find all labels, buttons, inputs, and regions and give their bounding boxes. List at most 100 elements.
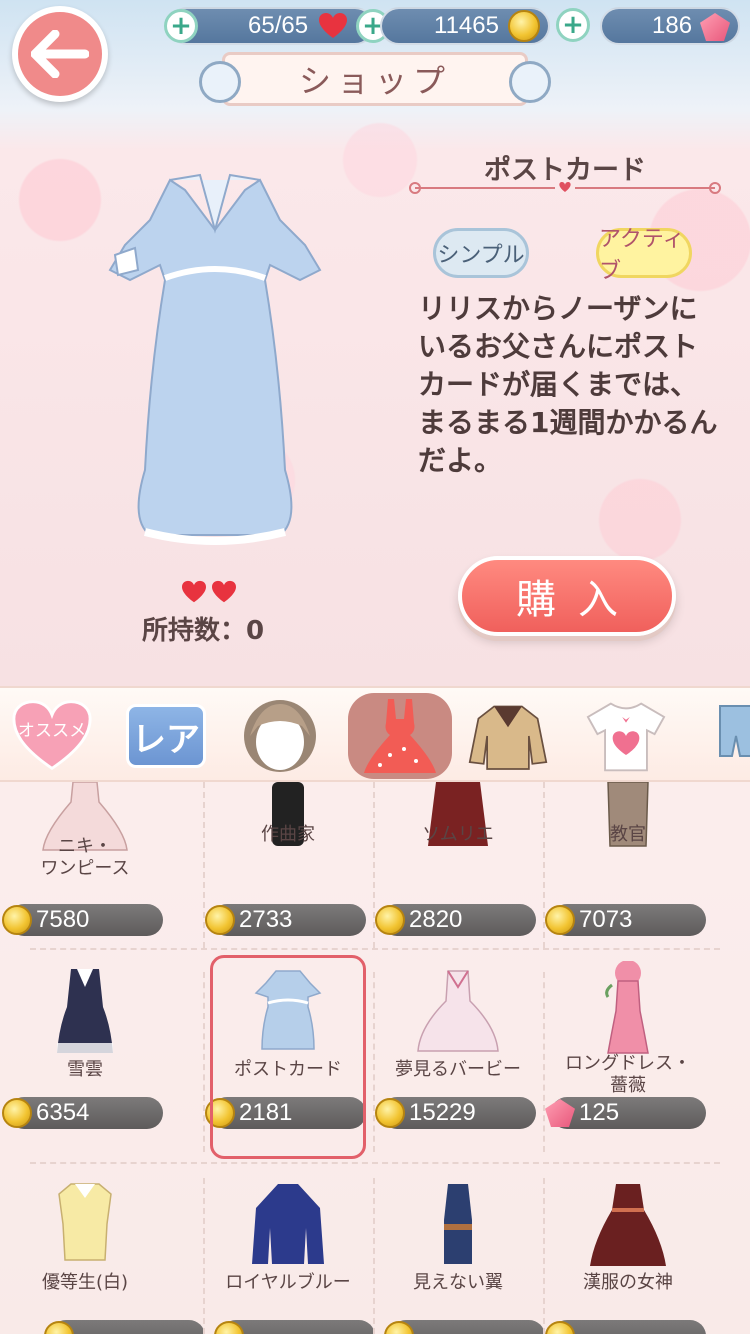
- item-thumbnail: [252, 1184, 324, 1264]
- column-divider: [543, 782, 545, 948]
- coin-icon: [545, 905, 575, 935]
- item-thumbnail: [57, 969, 113, 1053]
- item-price-value: 125: [579, 1099, 620, 1126]
- selected-item-highlight: [210, 955, 366, 1159]
- item-price-value: 2820: [409, 906, 463, 933]
- recommend-heart-icon: オススメ: [12, 700, 92, 771]
- add-gold-button[interactable]: +: [556, 8, 590, 42]
- item-card-composer[interactable]: 作曲家 2733: [203, 782, 373, 952]
- diamond-value: 186: [652, 12, 693, 39]
- category-bottom[interactable]: [700, 696, 750, 776]
- item-card-sommelier[interactable]: ソムリエ 2820: [373, 782, 543, 952]
- coin-icon: [375, 1098, 405, 1128]
- category-dress-selected[interactable]: [348, 693, 452, 779]
- column-divider: [373, 972, 375, 1152]
- buy-button[interactable]: 購入: [458, 556, 676, 636]
- category-top[interactable]: [586, 696, 666, 776]
- category-recommend[interactable]: オススメ: [12, 696, 92, 776]
- top-bar: + 65/65 + 11465 + 186 ショップ: [0, 0, 750, 118]
- category-rare[interactable]: レア: [126, 696, 206, 776]
- item-card-royal-blue[interactable]: ロイヤルブルー: [203, 1178, 373, 1334]
- item-price-value: 7580: [36, 906, 90, 933]
- item-description: リリスからノーザンにいるお父さんにポストカードが届くまでは、まるまる1週間かかる…: [418, 292, 718, 477]
- item-price: [214, 1320, 375, 1334]
- column-divider: [203, 972, 205, 1152]
- column-divider: [543, 1178, 545, 1334]
- owned-count: 所持数：0: [142, 616, 265, 646]
- item-price: 6354: [2, 1097, 163, 1129]
- item-price-value: 6354: [36, 1099, 90, 1126]
- item-name: ロイヤルブルー: [225, 1272, 351, 1293]
- rarity-heart-icon: [182, 580, 206, 603]
- item-name: ソムリエ: [422, 824, 494, 845]
- item-name: 夢見るバービー: [395, 1059, 521, 1080]
- ornament-divider: [409, 182, 721, 194]
- category-hair[interactable]: [240, 696, 320, 776]
- column-divider: [203, 1178, 205, 1334]
- item-thumbnail: [58, 1183, 112, 1261]
- item-card-snow-cloud[interactable]: 雪雲 6354: [0, 965, 170, 1175]
- item-card-hanfu-goddess[interactable]: 漢服の女神: [543, 1178, 713, 1334]
- category-recommend-label: オススメ: [18, 721, 86, 741]
- column-divider: [373, 1178, 375, 1334]
- shirt-icon: [586, 702, 666, 772]
- item-price: 125: [545, 1097, 706, 1129]
- item-card-niki-onepiece[interactable]: ニキ・ ワンピース 7580: [0, 782, 170, 952]
- item-thumbnail: [417, 970, 499, 1052]
- item-name: ロングドレス・ 薔薇: [565, 1053, 691, 1096]
- page-title: ショップ: [199, 52, 551, 106]
- item-card-invisible-wings[interactable]: 見えない翼: [373, 1178, 543, 1334]
- item-price: 15229: [375, 1097, 536, 1129]
- item-price: 2820: [375, 904, 536, 936]
- item-thumbnail: [590, 1184, 666, 1266]
- stamina-value: 65/65: [248, 12, 309, 39]
- coin-icon: [375, 905, 405, 935]
- coin-icon: [2, 1098, 32, 1128]
- shorts-icon: [719, 705, 750, 757]
- rarity-hearts: [180, 580, 238, 604]
- heart-icon: [319, 13, 347, 38]
- item-price: 2733: [205, 904, 366, 936]
- item-name: 優等生(白): [41, 1272, 129, 1293]
- add-stamina-button[interactable]: +: [164, 9, 198, 43]
- item-price-value: 15229: [409, 1099, 476, 1126]
- item-price: 7073: [545, 904, 706, 936]
- arrow-left-icon: [31, 30, 89, 78]
- item-thumbnail: [444, 1184, 472, 1264]
- diamond-icon: [545, 1099, 575, 1127]
- coat-icon: [468, 705, 548, 770]
- item-price: [44, 1320, 205, 1334]
- tag-active: アクティブ: [596, 227, 692, 284]
- row-divider: [30, 1162, 720, 1164]
- item-name: 漢服の女神: [583, 1272, 673, 1293]
- item-card-instructor[interactable]: 教官 7073: [543, 782, 713, 952]
- coin-icon: [2, 905, 32, 935]
- coin-icon: [508, 10, 540, 42]
- stamina-bar: + 65/65 +: [164, 7, 390, 45]
- back-button[interactable]: [12, 6, 108, 102]
- category-coat[interactable]: [468, 696, 548, 776]
- rarity-heart-icon: [212, 580, 236, 603]
- item-price: 7580: [2, 904, 163, 936]
- diamond-bar: 186: [600, 7, 740, 45]
- item-name: 作曲家: [261, 824, 315, 845]
- item-grid: ニキ・ ワンピース 7580 作曲家 2733 ソムリエ 2820 教官 707…: [0, 782, 750, 1334]
- item-price-value: 7073: [579, 906, 633, 933]
- item-price-value: 2733: [239, 906, 293, 933]
- row-divider: [30, 948, 720, 950]
- item-card-dreaming-barbie[interactable]: 夢見るバービー 15229: [373, 965, 543, 1175]
- hair-icon: [244, 700, 316, 772]
- category-rare-label: レア: [126, 704, 206, 768]
- tag-simple: シンプル: [433, 228, 529, 278]
- gold-value: 11465: [434, 12, 499, 39]
- item-name: ニキ・ ワンピース: [40, 836, 130, 879]
- item-card-honor-student[interactable]: 優等生(白): [0, 1178, 170, 1334]
- coin-icon: [545, 1321, 575, 1334]
- column-divider: [543, 972, 545, 1152]
- item-thumbnail: [605, 961, 649, 1054]
- dress-icon: [364, 699, 436, 773]
- gold-bar: 11465: [380, 7, 550, 45]
- coin-icon: [205, 905, 235, 935]
- item-card-long-dress-rose[interactable]: ロングドレス・ 薔薇 125: [543, 961, 713, 1175]
- item-price: [545, 1320, 706, 1334]
